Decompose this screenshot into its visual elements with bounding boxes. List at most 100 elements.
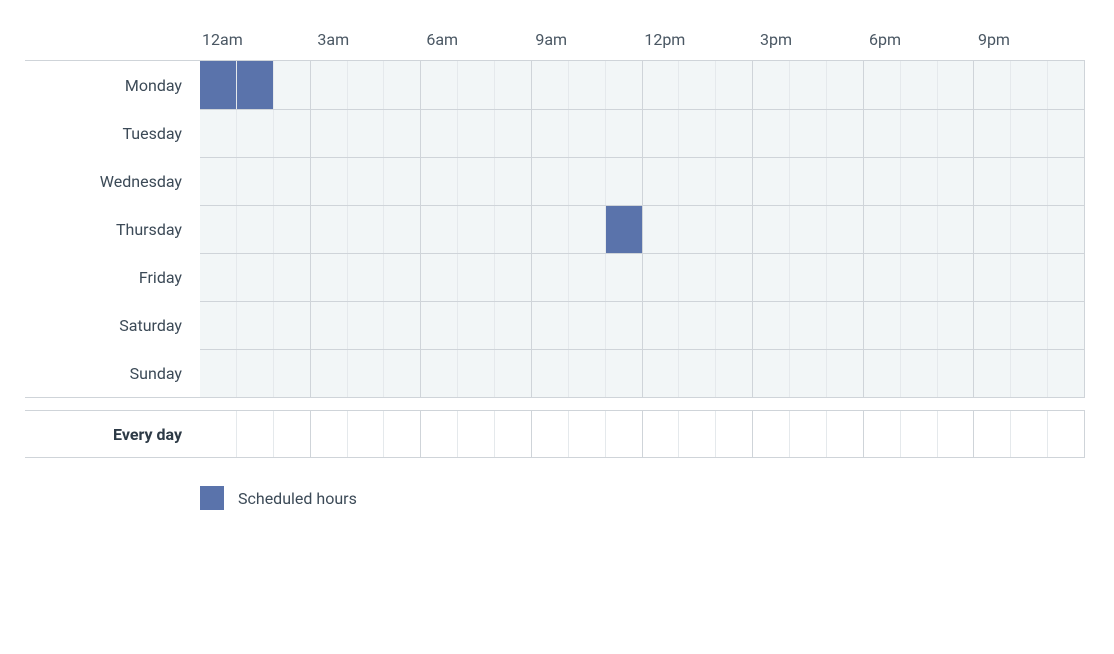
- hour-cell[interactable]: [790, 61, 827, 109]
- hour-cell[interactable]: [384, 350, 421, 397]
- hour-cell[interactable]: [864, 158, 901, 205]
- hour-cell[interactable]: [495, 254, 532, 301]
- hour-cell[interactable]: [274, 254, 311, 301]
- hour-cell[interactable]: [974, 254, 1011, 301]
- hour-cell[interactable]: [864, 110, 901, 157]
- hour-cell[interactable]: [938, 254, 975, 301]
- hour-cell[interactable]: [606, 254, 643, 301]
- hour-cell[interactable]: [753, 206, 790, 253]
- hour-cell[interactable]: [421, 61, 458, 109]
- hour-cell[interactable]: [643, 254, 680, 301]
- everyday-hour-cell[interactable]: [237, 411, 274, 457]
- hour-cell[interactable]: [274, 158, 311, 205]
- hour-cell[interactable]: [532, 206, 569, 253]
- hour-cell[interactable]: [790, 110, 827, 157]
- hour-cell[interactable]: [311, 206, 348, 253]
- hour-cell[interactable]: [974, 206, 1011, 253]
- hour-cell[interactable]: [753, 302, 790, 349]
- everyday-hour-cell[interactable]: [274, 411, 311, 457]
- hour-cell[interactable]: [237, 206, 274, 253]
- hour-cell[interactable]: [901, 110, 938, 157]
- hour-cell[interactable]: [348, 206, 385, 253]
- everyday-hour-cell[interactable]: [200, 411, 237, 457]
- hour-cell[interactable]: [421, 254, 458, 301]
- hour-cell[interactable]: [864, 254, 901, 301]
- hour-cell[interactable]: [237, 110, 274, 157]
- hour-cell[interactable]: [532, 350, 569, 397]
- hour-cell[interactable]: [643, 158, 680, 205]
- hour-cell[interactable]: [864, 206, 901, 253]
- hour-cell[interactable]: [716, 110, 753, 157]
- hour-cell[interactable]: [974, 158, 1011, 205]
- hour-cell[interactable]: [790, 206, 827, 253]
- hour-cell[interactable]: [901, 206, 938, 253]
- hour-cell[interactable]: [384, 110, 421, 157]
- hour-cell[interactable]: [421, 302, 458, 349]
- hour-cell[interactable]: [200, 206, 237, 253]
- everyday-hour-cell[interactable]: [643, 411, 680, 457]
- hour-cell[interactable]: [606, 61, 643, 109]
- hour-cell[interactable]: [532, 302, 569, 349]
- hour-cell[interactable]: [901, 61, 938, 109]
- hour-cell[interactable]: [1048, 206, 1084, 253]
- hour-cell[interactable]: [200, 254, 237, 301]
- hour-cell[interactable]: [974, 350, 1011, 397]
- hour-cell[interactable]: [864, 350, 901, 397]
- hour-cell[interactable]: [458, 302, 495, 349]
- hour-cell[interactable]: [237, 61, 274, 109]
- hour-cell[interactable]: [1048, 350, 1084, 397]
- everyday-hour-cell[interactable]: [864, 411, 901, 457]
- hour-cell[interactable]: [1011, 110, 1048, 157]
- everyday-hour-cell[interactable]: [716, 411, 753, 457]
- hour-cell[interactable]: [237, 254, 274, 301]
- hour-cell[interactable]: [1011, 302, 1048, 349]
- hour-cell[interactable]: [311, 110, 348, 157]
- hour-cell[interactable]: [679, 302, 716, 349]
- hour-cell[interactable]: [421, 158, 458, 205]
- everyday-hour-cell[interactable]: [532, 411, 569, 457]
- hour-cell[interactable]: [643, 110, 680, 157]
- hour-cell[interactable]: [827, 206, 864, 253]
- hour-cell[interactable]: [790, 302, 827, 349]
- hour-cell[interactable]: [532, 61, 569, 109]
- hour-cell[interactable]: [1048, 254, 1084, 301]
- hour-cell[interactable]: [827, 61, 864, 109]
- hour-cell[interactable]: [864, 61, 901, 109]
- hour-cell[interactable]: [606, 302, 643, 349]
- hour-cell[interactable]: [827, 302, 864, 349]
- hour-cell[interactable]: [1048, 302, 1084, 349]
- hour-cell[interactable]: [237, 350, 274, 397]
- hour-cell[interactable]: [716, 302, 753, 349]
- hour-cell[interactable]: [458, 254, 495, 301]
- hour-cell[interactable]: [348, 350, 385, 397]
- hour-cell[interactable]: [753, 158, 790, 205]
- hour-cell[interactable]: [458, 206, 495, 253]
- hour-cell[interactable]: [200, 110, 237, 157]
- everyday-hour-cell[interactable]: [679, 411, 716, 457]
- hour-cell[interactable]: [348, 158, 385, 205]
- hour-cell[interactable]: [458, 110, 495, 157]
- everyday-hour-cell[interactable]: [1048, 411, 1084, 457]
- hour-cell[interactable]: [1048, 61, 1084, 109]
- hour-cell[interactable]: [974, 302, 1011, 349]
- hour-cell[interactable]: [311, 350, 348, 397]
- hour-cell[interactable]: [569, 302, 606, 349]
- hour-cell[interactable]: [974, 110, 1011, 157]
- hour-cell[interactable]: [200, 350, 237, 397]
- everyday-hour-cell[interactable]: [458, 411, 495, 457]
- hour-cell[interactable]: [495, 158, 532, 205]
- everyday-hour-cell[interactable]: [827, 411, 864, 457]
- hour-cell[interactable]: [421, 206, 458, 253]
- hour-cell[interactable]: [606, 206, 643, 253]
- hour-cell[interactable]: [237, 158, 274, 205]
- hour-cell[interactable]: [643, 206, 680, 253]
- hour-cell[interactable]: [532, 254, 569, 301]
- hour-cell[interactable]: [200, 302, 237, 349]
- hour-cell[interactable]: [827, 254, 864, 301]
- everyday-hour-cell[interactable]: [569, 411, 606, 457]
- hour-cell[interactable]: [495, 302, 532, 349]
- hour-cell[interactable]: [274, 110, 311, 157]
- hour-cell[interactable]: [458, 61, 495, 109]
- hour-cell[interactable]: [1048, 110, 1084, 157]
- hour-cell[interactable]: [606, 110, 643, 157]
